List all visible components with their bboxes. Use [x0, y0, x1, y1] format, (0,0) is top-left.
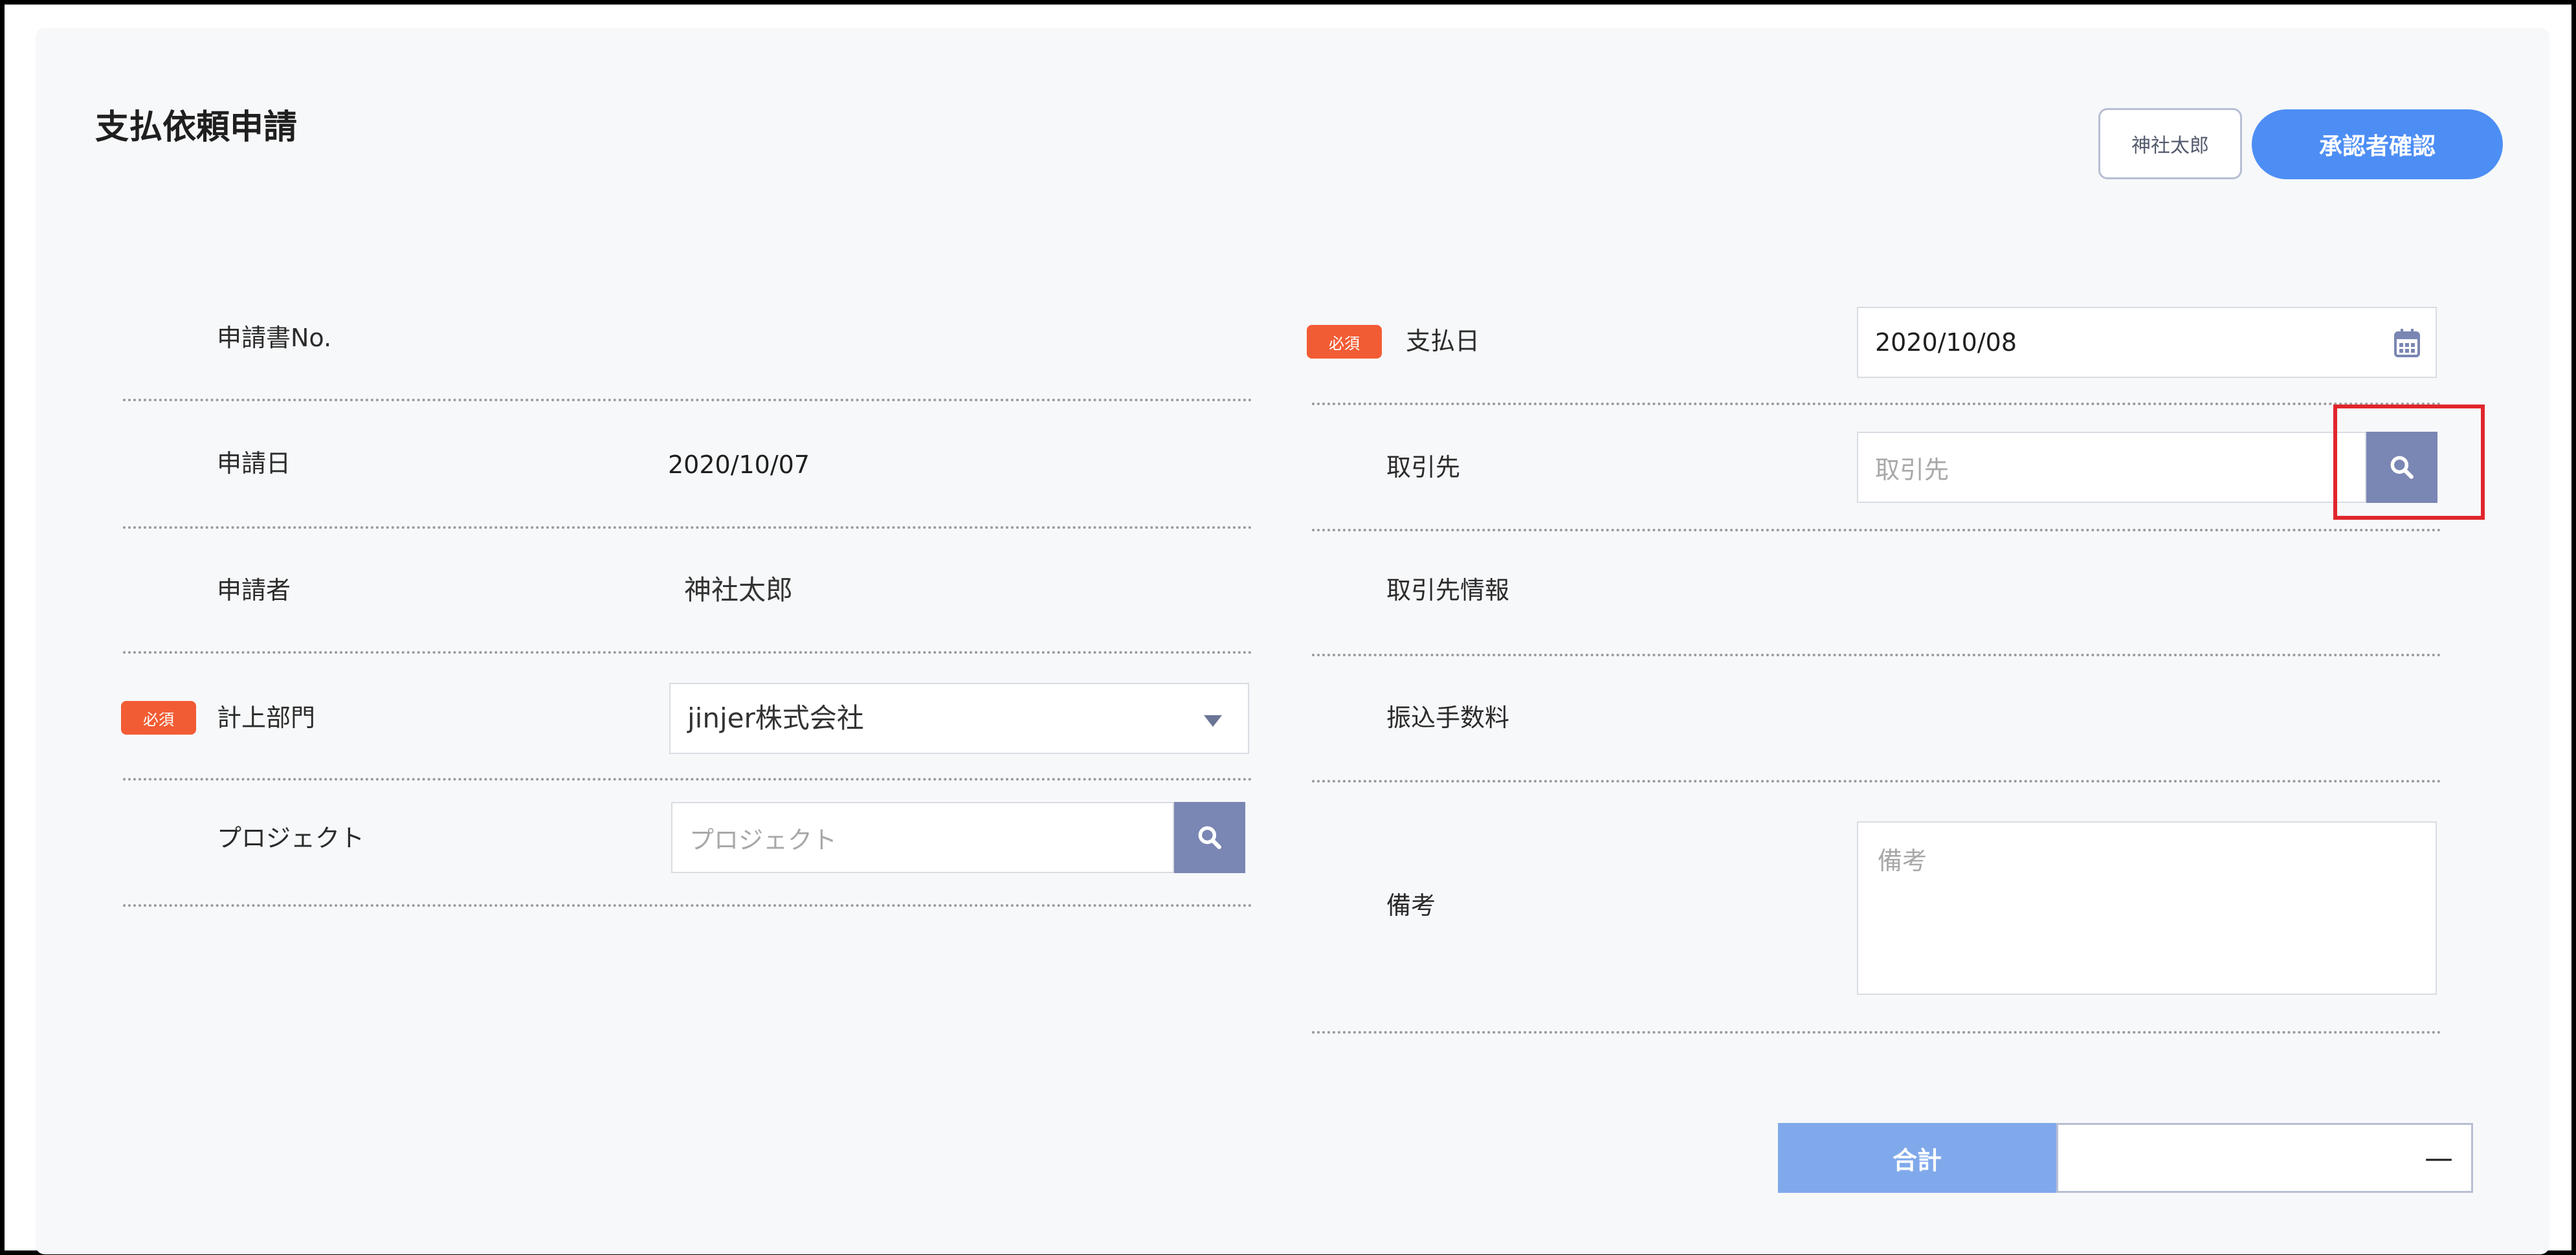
row-divider: [123, 778, 1252, 781]
required-badge: 必須: [1307, 325, 1382, 359]
vendor-info-label: 取引先情報: [1386, 576, 1510, 605]
project-input[interactable]: プロジェクト: [671, 802, 1174, 873]
required-badge: 必須: [121, 701, 196, 735]
project-input-placeholder: プロジェクト: [689, 825, 838, 854]
vendor-label: 取引先: [1386, 453, 1461, 482]
screenshot-frame: 支払依頼申請 神社太郎 承認者確認 申請書No. 申請日 2020/10/07 …: [0, 0, 2576, 1255]
page-title: 支払依頼申請: [95, 108, 298, 147]
row-divider: [123, 651, 1252, 654]
form-card: [36, 28, 2549, 1254]
row-divider: [1312, 529, 2441, 531]
vendor-input[interactable]: 取引先: [1857, 432, 2366, 503]
payment-date-input[interactable]: 2020/10/08: [1857, 307, 2437, 378]
total-label: 合計: [1778, 1123, 2056, 1193]
row-divider: [123, 526, 1252, 529]
row-divider: [1312, 403, 2441, 405]
current-user-name: 神社太郎: [2131, 135, 2209, 157]
approver-check-button[interactable]: 承認者確認: [2252, 109, 2503, 179]
department-select[interactable]: jinjer株式会社: [669, 683, 1249, 754]
application-no-label: 申請書No.: [217, 324, 332, 352]
application-date-label: 申請日: [217, 449, 291, 478]
remarks-placeholder: 備考: [1878, 847, 1927, 875]
payment-date-value: 2020/10/08: [1875, 328, 2017, 357]
transfer-fee-label: 振込手数料: [1386, 704, 1510, 732]
highlight-box: [2333, 405, 2485, 520]
remarks-label: 備考: [1386, 891, 1436, 920]
applicant-value: 神社太郎: [684, 574, 794, 606]
row-divider: [123, 399, 1252, 401]
payment-date-label: 支払日: [1406, 327, 1480, 355]
applicant-label: 申請者: [217, 576, 291, 605]
search-icon: [1198, 826, 1221, 849]
row-divider: [123, 904, 1252, 907]
row-divider: [1312, 1031, 2441, 1034]
total-value: —: [2056, 1123, 2473, 1193]
total-value-text: —: [2425, 1141, 2453, 1175]
department-select-value: jinjer株式会社: [687, 702, 864, 734]
row-divider: [1312, 654, 2441, 656]
current-user-box: 神社太郎: [2098, 108, 2242, 179]
remarks-textarea[interactable]: 備考: [1857, 821, 2437, 995]
department-label: 計上部門: [217, 704, 316, 732]
caret-down-icon: [1204, 715, 1222, 727]
project-search-button[interactable]: [1174, 802, 1245, 873]
row-divider: [1312, 780, 2441, 783]
project-label: プロジェクト: [217, 824, 365, 852]
application-date-value: 2020/10/07: [668, 450, 810, 479]
calendar-icon[interactable]: [2394, 329, 2420, 357]
vendor-input-placeholder: 取引先: [1875, 455, 1949, 484]
